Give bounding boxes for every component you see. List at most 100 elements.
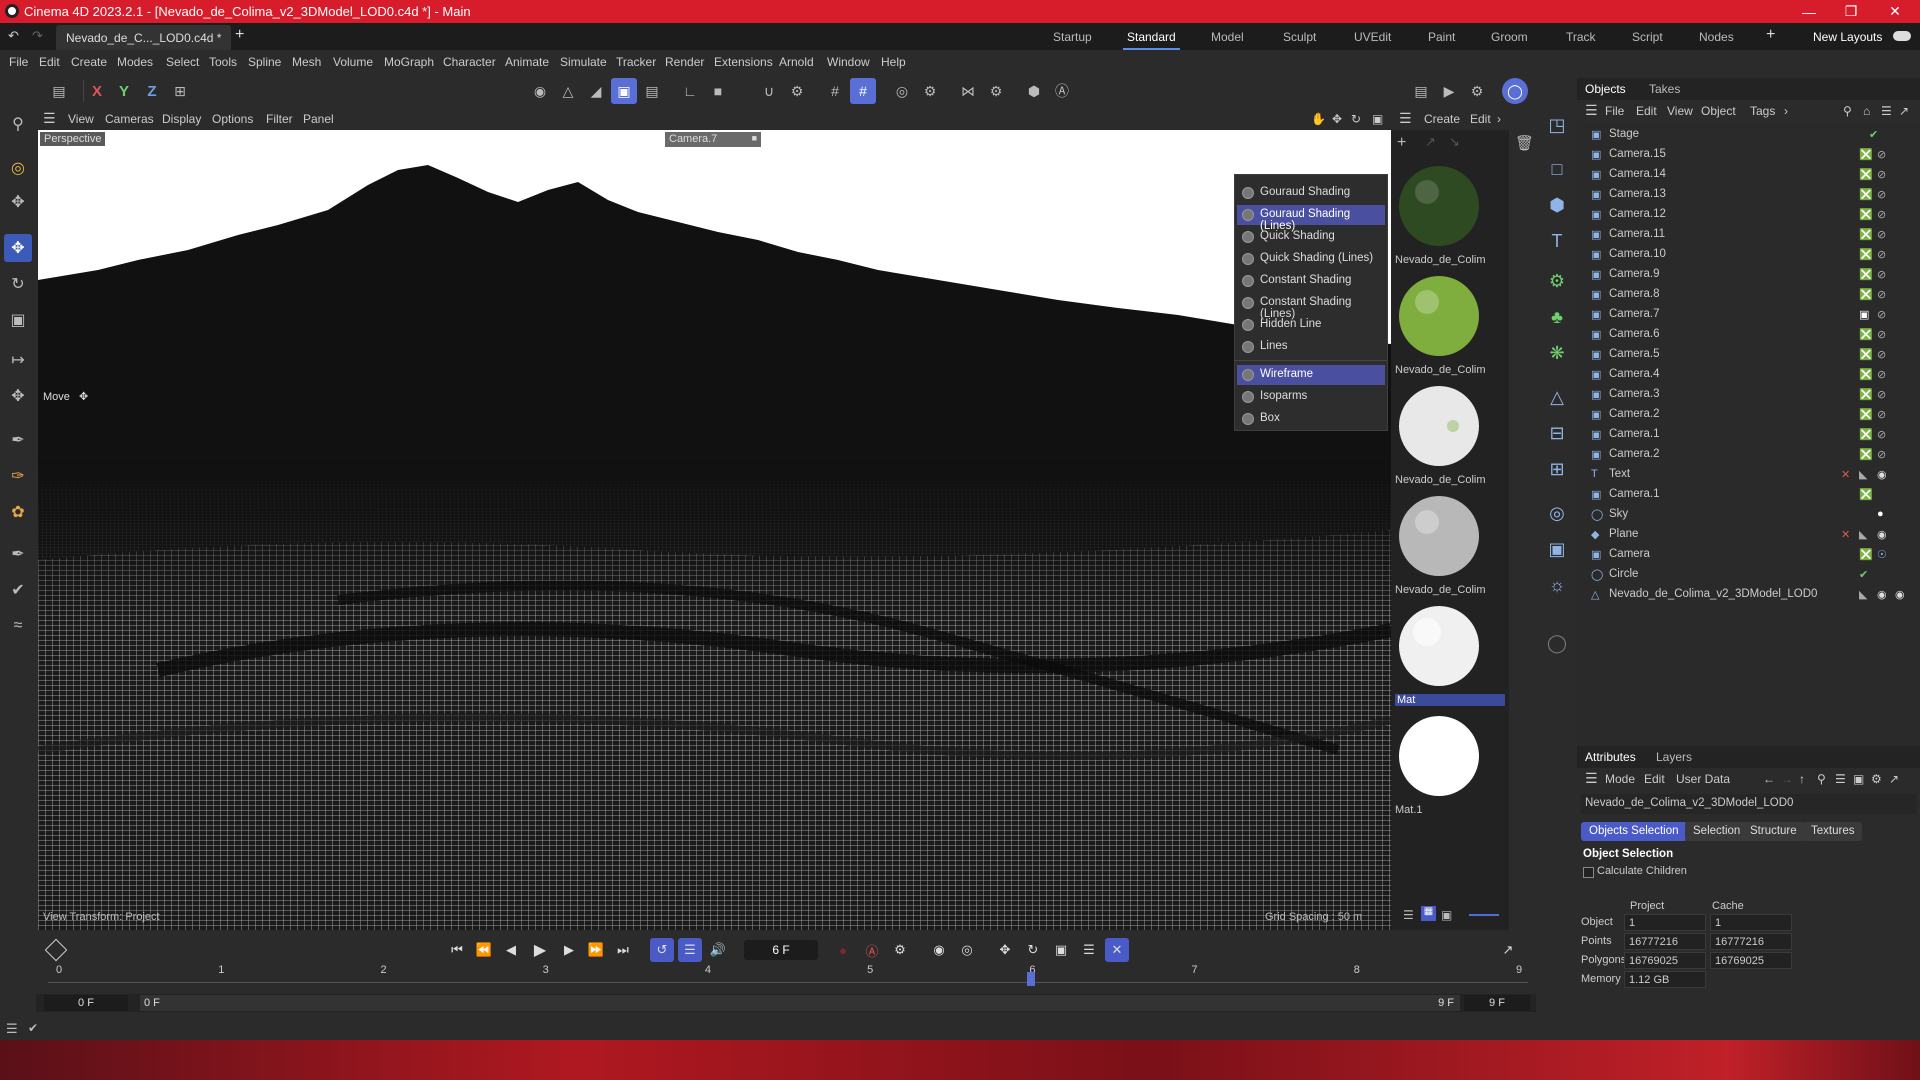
range-slider[interactable]: 0 F 9 F — [140, 995, 1460, 1011]
symmetry-icon[interactable]: ⋈ — [955, 78, 981, 104]
menu-render[interactable]: Render — [665, 55, 704, 69]
pan-icon[interactable]: ✋ — [1311, 112, 1326, 126]
knife-icon[interactable]: ✔ — [4, 576, 32, 604]
viewport-menu-panel[interactable]: Panel — [303, 112, 334, 126]
preview-range-bar[interactable]: 0 F 0 F 9 F 9 F — [36, 994, 1536, 1012]
back-arrow-icon[interactable]: ← — [1763, 772, 1775, 786]
play-icon[interactable]: ▶ — [528, 938, 552, 962]
redo-icon[interactable]: ↷ — [32, 28, 43, 44]
undo-icon[interactable]: ↶ — [8, 28, 19, 44]
active-camera-label[interactable]: Camera.7 ■ — [665, 132, 761, 147]
object-row[interactable]: ▣ Camera.2 ❎ ⊘ — [1577, 445, 1920, 465]
keyframe-icon[interactable] — [44, 938, 68, 962]
toggle-panel-icon[interactable]: ▣ — [1372, 112, 1383, 126]
arnold-icon[interactable]: Ⓐ — [1049, 78, 1075, 104]
brush-icon[interactable]: ✒ — [4, 540, 32, 568]
shading-lines[interactable]: Lines — [1237, 337, 1385, 357]
material-name[interactable]: Nevado_de_Colim — [1395, 584, 1505, 596]
material-name[interactable]: Nevado_de_Colim — [1395, 474, 1505, 486]
render-settings-icon[interactable]: ⚙ — [917, 78, 943, 104]
object-row[interactable]: ▣ Camera.5 ❎ ⊘ — [1577, 345, 1920, 365]
projection-label[interactable]: Perspective — [40, 132, 106, 146]
y-axis-lock[interactable]: Y — [111, 78, 137, 104]
selection-filter-icon[interactable]: ▤ — [46, 78, 72, 104]
attribute-menu-user-data[interactable]: User Data — [1676, 772, 1730, 786]
menu-arnold[interactable]: Arnold — [779, 55, 814, 69]
object-row[interactable]: ▣ Camera.13 ❎ ⊘ — [1577, 185, 1920, 205]
workplane-icon[interactable]: ⚙ — [784, 78, 810, 104]
shading-constant-lines[interactable]: Constant Shading (Lines) — [1237, 293, 1385, 320]
object-row[interactable]: T Text ✕ ◣ ◉ — [1577, 465, 1920, 485]
menu-character[interactable]: Character — [443, 55, 496, 69]
menu-select[interactable]: Select — [166, 55, 199, 69]
menu-mograph[interactable]: MoGraph — [384, 55, 434, 69]
render-view-icon[interactable]: ▤ — [1408, 78, 1434, 104]
material-name[interactable]: Nevado_de_Colim — [1395, 254, 1505, 266]
layout-icon[interactable]: ◳ — [1542, 110, 1572, 140]
viewport-menu-filter[interactable]: Filter — [266, 112, 293, 126]
object-filter-icon[interactable]: ☰ — [1881, 104, 1892, 118]
grid-view-icon[interactable]: ▦ — [1421, 906, 1436, 921]
scene-icon[interactable]: ◯ — [1542, 628, 1572, 658]
shading-hidden-line[interactable]: Hidden Line — [1237, 315, 1385, 335]
material-menu-create[interactable]: Create — [1424, 112, 1460, 126]
render-settings-button[interactable]: ⚙ — [1464, 78, 1490, 104]
manipulator-icon[interactable]: ✥ — [4, 382, 32, 410]
layout-standard[interactable]: Standard — [1123, 30, 1180, 50]
material-name[interactable]: Nevado_de_Colim — [1395, 364, 1505, 376]
object-row[interactable]: ▣ Camera.3 ❎ ⊘ — [1577, 385, 1920, 405]
object-menu-object[interactable]: Object — [1701, 104, 1736, 118]
object-row[interactable]: ▣ Camera.10 ❎ ⊘ — [1577, 245, 1920, 265]
minimize-icon[interactable]: — — [1786, 0, 1832, 23]
material-name[interactable]: Mat.1 — [1395, 804, 1505, 816]
coordinate-system-icon[interactable]: ⊞ — [167, 78, 193, 104]
object-row[interactable]: ▣ Camera.1 ❎ — [1577, 485, 1920, 505]
next-frame-icon[interactable]: ▶ — [557, 938, 581, 962]
object-row[interactable]: ▣ Camera.1 ❎ ⊘ — [1577, 425, 1920, 445]
object-menu-tags[interactable]: Tags — [1750, 104, 1775, 118]
render-region-icon[interactable]: ◎ — [889, 78, 915, 104]
rotation-key-icon[interactable]: ↻ — [1021, 938, 1045, 962]
display-isoparms[interactable]: Isoparms — [1237, 387, 1385, 407]
key-mode-icon[interactable]: ◎ — [955, 938, 979, 962]
light-object-icon[interactable]: ☼ — [1542, 570, 1572, 600]
rotate-tool-icon[interactable]: ↻ — [4, 270, 32, 298]
symmetry-settings-icon[interactable]: ⚙ — [983, 78, 1009, 104]
object-row[interactable]: ▣ Camera.11 ❎ ⊘ — [1577, 225, 1920, 245]
object-more-icon[interactable]: › — [1784, 104, 1788, 118]
interactive-render-icon[interactable]: ◯ — [1502, 78, 1528, 104]
material-swatch[interactable] — [1395, 272, 1484, 361]
loop-icon[interactable]: ↺ — [650, 938, 674, 962]
attribute-filter-icon[interactable]: ☰ — [1835, 772, 1846, 786]
add-layout-icon[interactable]: + — [1766, 26, 1775, 44]
attribute-search-icon[interactable]: ⚲ — [1817, 772, 1826, 786]
field-icon[interactable]: △ — [1542, 382, 1572, 412]
tab-objects[interactable]: Objects — [1585, 82, 1626, 96]
display-wireframe[interactable]: Wireframe — [1237, 365, 1385, 385]
attribute-menu-edit[interactable]: Edit — [1644, 772, 1665, 786]
layout-model[interactable]: Model — [1211, 30, 1244, 44]
object-row[interactable]: △ Nevado_de_Colima_v2_3DModel_LOD0 ◣ ◉ ◉ — [1577, 585, 1920, 605]
status-menu-icon[interactable]: ☰ — [6, 1021, 18, 1037]
camera-object-icon[interactable]: ▣ — [1542, 534, 1572, 564]
plugin-icon[interactable]: ⬢ — [1021, 78, 1047, 104]
add-material-icon[interactable]: + — [1397, 134, 1406, 152]
object-row[interactable]: ◯ Circle ✔ — [1577, 565, 1920, 585]
object-row[interactable]: ▣ Camera.8 ❎ ⊘ — [1577, 285, 1920, 305]
move-tool-icon[interactable]: ✥ — [4, 234, 32, 262]
grid-snap-icon[interactable]: # — [822, 78, 848, 104]
menu-create[interactable]: Create — [71, 55, 107, 69]
material-swatch[interactable] — [1395, 712, 1484, 801]
next-key-icon[interactable]: ⏩ — [584, 938, 608, 962]
object-new-window-icon[interactable]: ↗ — [1899, 104, 1909, 118]
go-to-end-icon[interactable]: ⏭ — [611, 938, 635, 962]
layout-paint[interactable]: Paint — [1428, 30, 1455, 44]
object-row[interactable]: ▣ Camera.9 ❎ ⊘ — [1577, 265, 1920, 285]
render-picture-viewer-icon[interactable]: ▶ — [1436, 78, 1462, 104]
material-swatch[interactable] — [1395, 162, 1484, 251]
restore-icon[interactable]: ❐ — [1828, 0, 1874, 23]
menu-modes[interactable]: Modes — [117, 55, 153, 69]
add-tab-button[interactable]: + — [235, 26, 244, 44]
object-row[interactable]: ▣ Camera ❎ ☉ — [1577, 545, 1920, 565]
thumbnail-size-slider[interactable] — [1469, 914, 1499, 916]
